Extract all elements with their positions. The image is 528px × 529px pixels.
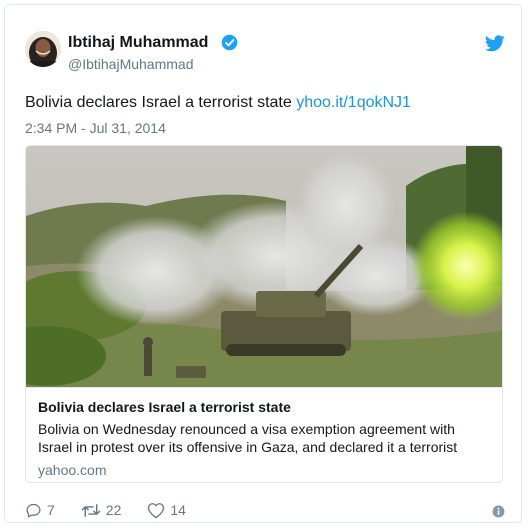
tweet-text-body: Bolivia declares Israel a terrorist stat… [25,94,297,111]
info-icon[interactable] [492,505,505,523]
tweet-timestamp[interactable]: 2:34 PM - Jul 31, 2014 [25,119,166,137]
reply-icon [26,503,41,518]
avatar-photo-icon [25,31,61,67]
card-title: Bolivia declares Israel a terrorist stat… [38,399,291,415]
retweet-button[interactable]: 22 [81,502,122,519]
card-description: Bolivia on Wednesday renounced a visa ex… [38,420,490,456]
heart-icon [148,502,165,518]
reply-count: 7 [47,502,55,518]
card-description-line: Bolivia on Wednesday renounced a visa ex… [38,421,455,437]
retweet-count: 22 [105,502,122,518]
author-handle[interactable]: @IbtihajMuhammad [68,55,194,73]
twitter-bird-icon[interactable] [485,35,505,57]
like-count: 14 [170,502,186,518]
tweet-embed: Ibtihaj Muhammad @IbtihajMuhammad Bolivi… [4,4,522,523]
card-body: Bolivia declares Israel a terrorist stat… [26,387,502,482]
retweet-icon [81,503,101,517]
like-button[interactable]: 14 [147,502,186,519]
reply-button[interactable]: 7 [25,502,55,519]
tweet-text: Bolivia declares Israel a terrorist stat… [25,92,411,114]
verified-badge-icon [221,34,238,56]
tank-firing-photo-icon [26,146,502,387]
card-description-line: Israel in protest over its offensive in … [38,439,458,455]
tweet-link[interactable]: yhoo.it/1qokNJ1 [296,94,411,111]
card-domain: yahoo.com [38,462,107,478]
tweet-actions: 7 22 14 [25,500,212,520]
author-display-name[interactable]: Ibtihaj Muhammad [68,33,208,53]
avatar[interactable] [25,31,61,67]
link-card[interactable]: Bolivia declares Israel a terrorist stat… [25,145,503,483]
